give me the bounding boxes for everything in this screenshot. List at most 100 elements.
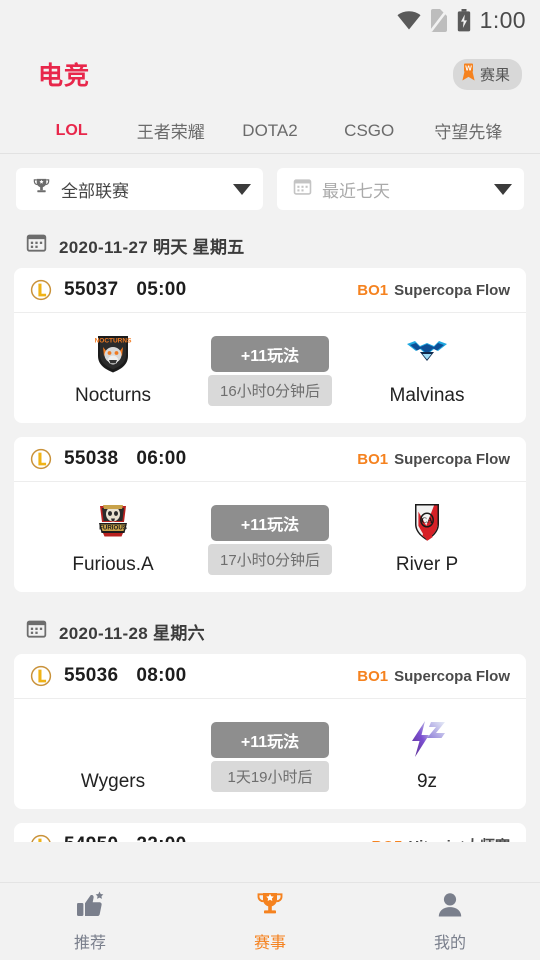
date-label: 2020-11-28 星期六 <box>59 623 205 643</box>
match-format-badge: BO5 <box>372 838 403 843</box>
home-team-name: Furious.A <box>72 554 154 575</box>
chevron-down-icon <box>494 183 512 195</box>
date-section-header: 2020-11-27 明天 星期五 <box>0 220 540 268</box>
page-title: 电竞 <box>38 62 91 90</box>
match-card-body: Wygers +11玩法 1天19小时后 9z <box>14 699 526 809</box>
trophy-star-icon <box>255 891 285 924</box>
game-tab-bar: LOL 王者荣耀 DOTA2 CSGO 守望先锋 <box>0 108 540 154</box>
no-sim-icon <box>429 8 448 32</box>
app-bar: 电竞 W 赛果 <box>0 40 540 108</box>
away-team: 9z <box>334 715 520 793</box>
person-icon <box>435 891 465 924</box>
match-card[interactable]: 55036 08:00 BO1 Supercopa Flow Wygers +1… <box>14 654 526 809</box>
lol-icon <box>30 448 52 470</box>
match-card-header: 55038 06:00 BO1 Supercopa Flow <box>14 437 526 482</box>
match-league-info: BO1 Supercopa Flow <box>357 451 510 468</box>
match-league-info: BO1 Supercopa Flow <box>357 668 510 685</box>
play-options-button[interactable]: +11玩法 <box>211 722 329 758</box>
malvinas-blue-wings-logo <box>404 329 450 377</box>
match-league-name: Supercopa Flow <box>394 450 510 468</box>
home-team: Wygers <box>20 715 206 793</box>
calendar-icon <box>26 618 47 644</box>
home-team: NOCTURNS Nocturns <box>20 329 206 407</box>
calendar-icon <box>26 232 47 258</box>
play-options-button[interactable]: +11玩法 <box>211 336 329 372</box>
match-time: 08:00 <box>136 665 187 686</box>
nocturns-bear-shield-logo: NOCTURNS <box>90 329 136 377</box>
match-time: 05:00 <box>136 279 187 300</box>
league-filter-dropdown[interactable]: 全部联赛 <box>16 168 263 210</box>
away-team-name: Malvinas <box>389 385 465 406</box>
nav-item-matches[interactable]: 赛事 <box>180 883 360 960</box>
filter-bar: 全部联赛 最近七天 <box>0 154 540 220</box>
match-card-header: 55036 08:00 BO1 Supercopa Flow <box>14 654 526 699</box>
tab-lol[interactable]: LOL <box>22 122 121 140</box>
bottom-navigation: 推荐 赛事 我的 <box>0 882 540 960</box>
trophy-icon <box>32 177 51 201</box>
results-label: 赛果 <box>479 66 510 84</box>
away-team: CA River P <box>334 498 520 576</box>
medal-icon: W <box>461 63 476 86</box>
svg-text:FURIOUS: FURIOUS <box>99 525 127 532</box>
home-team-name: Nocturns <box>74 385 152 406</box>
tab-overwatch[interactable]: 守望先锋 <box>419 118 518 143</box>
date-filter-dropdown[interactable]: 最近七天 <box>277 168 524 210</box>
calendar-icon <box>293 177 312 201</box>
play-options-button[interactable]: +11玩法 <box>211 505 329 541</box>
match-time: 06:00 <box>136 448 187 469</box>
svg-text:NOCTURNS: NOCTURNS <box>95 338 132 345</box>
wifi-icon <box>397 10 421 30</box>
match-countdown: 16小时0分钟后 <box>207 375 333 406</box>
match-league-name: Supercopa Flow <box>394 667 510 685</box>
lol-icon <box>30 834 52 842</box>
match-id: 54950 <box>64 834 118 842</box>
river-plate-shield-logo: CA <box>404 498 450 546</box>
date-filter-value: 最近七天 <box>322 181 390 201</box>
match-center-info: +11玩法 16小时0分钟后 <box>206 336 334 406</box>
nav-item-profile[interactable]: 我的 <box>360 883 540 960</box>
match-format-badge: BO1 <box>357 281 389 299</box>
away-team-name: River P <box>395 554 459 575</box>
league-filter-value: 全部联赛 <box>61 181 129 201</box>
tab-dota2[interactable]: DOTA2 <box>220 121 319 141</box>
thumbs-up-star-icon <box>75 891 105 924</box>
match-format-badge: BO1 <box>357 450 389 468</box>
nav-item-recommend[interactable]: 推荐 <box>0 883 180 960</box>
match-card[interactable]: 55038 06:00 BO1 Supercopa Flow FURIOUS F… <box>14 437 526 592</box>
chevron-down-icon <box>233 183 251 195</box>
match-id: 55036 <box>64 665 119 686</box>
match-league-info: BO1 Supercopa Flow <box>357 282 510 299</box>
tab-honor-of-kings[interactable]: 王者荣耀 <box>121 118 220 143</box>
app-screen: 1:00 电竞 W 赛果 LOL 王者荣耀 DOTA2 CSGO 守望先锋 全部… <box>0 0 540 960</box>
match-countdown: 1天19小时后 <box>211 761 329 792</box>
results-button[interactable]: W 赛果 <box>452 58 522 90</box>
match-countdown: 17小时0分钟后 <box>207 544 333 575</box>
match-league-name: Hitpoint大师赛 <box>408 835 510 843</box>
tab-csgo[interactable]: CSGO <box>320 121 419 141</box>
match-card-header: 55037 05:00 BO1 Supercopa Flow <box>14 268 526 313</box>
match-card-body: NOCTURNS Nocturns +11玩法 16小时0分钟后 Malvina… <box>14 313 526 423</box>
nav-label-matches: 赛事 <box>253 934 286 952</box>
svg-text:CA: CA <box>421 516 433 525</box>
match-center-info: +11玩法 1天19小时后 <box>206 722 334 792</box>
match-format-badge: BO1 <box>357 667 389 685</box>
lol-icon <box>30 665 52 687</box>
nav-label-profile: 我的 <box>433 934 466 952</box>
match-card-body: FURIOUS Furious.A +11玩法 17小时0分钟后 CA Rive… <box>14 482 526 592</box>
home-team-name: Wygers <box>80 771 146 792</box>
status-bar: 1:00 <box>0 0 540 40</box>
9z-purple-bolt-logo <box>403 715 451 763</box>
status-clock: 1:00 <box>479 6 526 33</box>
match-id: 55038 <box>64 448 119 469</box>
date-section-header: 2020-11-28 星期六 <box>0 606 540 654</box>
match-league-name: Supercopa Flow <box>394 281 510 299</box>
furious-skull-crest-logo: FURIOUS <box>90 498 136 546</box>
match-card-header: 54950 22:00 BO5 Hitpoint大师赛 <box>14 823 526 842</box>
match-time: 22:00 <box>136 834 186 842</box>
match-card[interactable]: 55037 05:00 BO1 Supercopa Flow NOCTURNS <box>14 268 526 423</box>
home-team: FURIOUS Furious.A <box>20 498 206 576</box>
date-label: 2020-11-27 明天 星期五 <box>59 237 245 257</box>
battery-charging-icon <box>457 8 471 32</box>
match-list[interactable]: 2020-11-27 明天 星期五 55037 05:00 BO1 Superc… <box>0 220 540 842</box>
match-card[interactable]: 54950 22:00 BO5 Hitpoint大师赛 <box>14 823 526 842</box>
